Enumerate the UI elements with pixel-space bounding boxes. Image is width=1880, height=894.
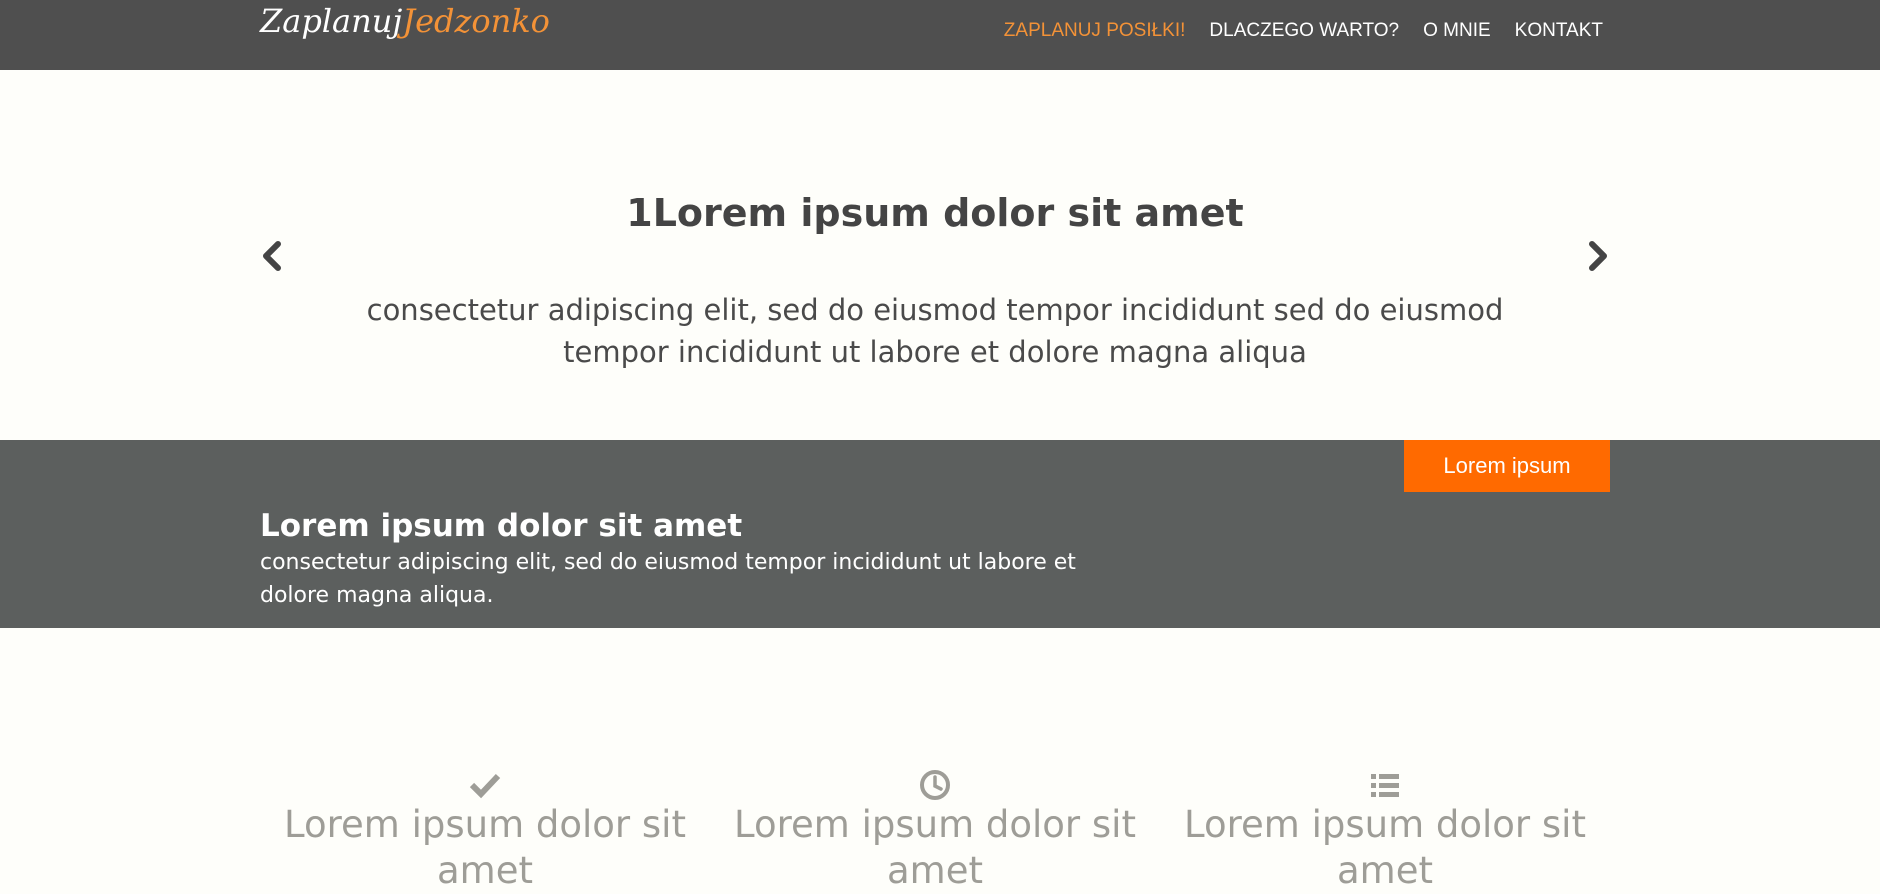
cta-title: Lorem ipsum dolor sit amet	[260, 507, 743, 544]
slider-next-button[interactable]	[1578, 236, 1618, 276]
nav-item-zaplanuj[interactable]: ZAPLANUJ POSIŁKI!	[1004, 20, 1186, 42]
nav-item-o-mnie[interactable]: O MNIE	[1423, 20, 1491, 42]
slide-title: 1Lorem ipsum dolor sit amet	[626, 191, 1244, 236]
navbar: ZaplanujJedzonko ZAPLANUJ POSIŁKI! DLACZ…	[0, 0, 1880, 70]
logo-part-2: Jedzonko	[402, 2, 550, 40]
logo[interactable]: ZaplanujJedzonko	[260, 0, 550, 50]
feature-item: Lorem ipsum dolor sit amet	[725, 768, 1145, 894]
clock-icon	[920, 770, 950, 800]
features-section: Lorem ipsum dolor sit amet Lorem ipsum d…	[0, 628, 1880, 892]
feature-item: Lorem ipsum dolor sit amet	[1175, 768, 1595, 894]
feature-item: Lorem ipsum dolor sit amet	[275, 768, 695, 894]
chevron-left-icon	[263, 241, 281, 271]
feature-title: Lorem ipsum dolor sit amet	[284, 803, 686, 892]
hero-slider: 1Lorem ipsum dolor sit amet consectetur …	[0, 70, 1880, 440]
feature-title: Lorem ipsum dolor sit amet	[1184, 803, 1586, 892]
cta-band: Lorem ipsum dolor sit amet consectetur a…	[0, 440, 1880, 628]
list-icon	[1371, 774, 1399, 797]
logo-part-1: Zaplanuj	[260, 2, 403, 40]
slide-text: consectetur adipiscing elit, sed do eius…	[366, 293, 1504, 369]
cta-button[interactable]: Lorem ipsum	[1404, 440, 1610, 492]
chevron-right-icon	[1589, 241, 1607, 271]
cta-text: consectetur adipiscing elit, sed do eius…	[260, 550, 1076, 608]
nav-item-dlaczego-warto[interactable]: DLACZEGO WARTO?	[1209, 20, 1399, 42]
nav-item-kontakt[interactable]: KONTAKT	[1515, 20, 1603, 42]
feature-title: Lorem ipsum dolor sit amet	[734, 803, 1136, 892]
slider-prev-button[interactable]	[252, 236, 292, 276]
check-icon	[469, 773, 501, 799]
main-nav: ZAPLANUJ POSIŁKI! DLACZEGO WARTO? O MNIE…	[1004, 0, 1603, 62]
